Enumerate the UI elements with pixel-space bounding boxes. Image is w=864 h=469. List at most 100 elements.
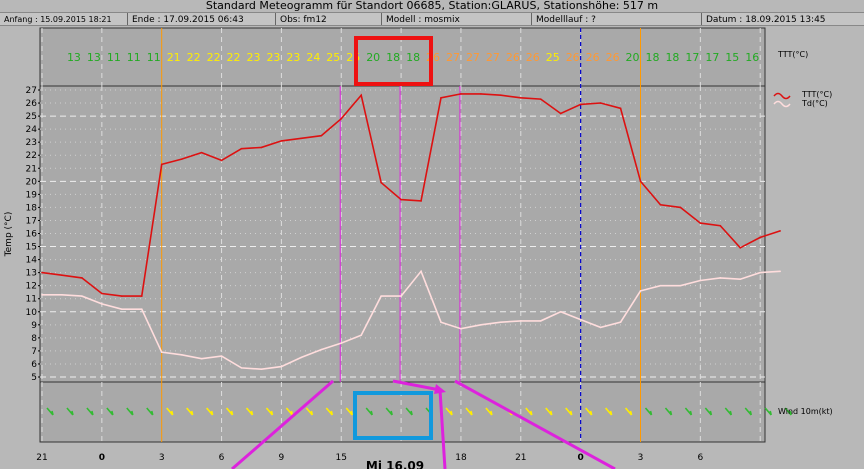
temp-row-value: 25	[346, 51, 360, 64]
x-tick-label: 0	[578, 453, 584, 463]
temp-row-value: 27	[446, 51, 460, 64]
td-point	[420, 270, 422, 273]
x-tick-label: 3	[638, 453, 644, 463]
temp-row-value: 18	[646, 51, 660, 64]
temp-row-value: 16	[745, 51, 759, 64]
y-tick-label: 19	[26, 190, 38, 200]
y-tick-label: 14	[26, 256, 38, 266]
ttt-point	[160, 163, 163, 166]
x-date-label: Mi 16.09	[366, 459, 424, 469]
ttt-point	[420, 200, 422, 202]
ttt-point	[559, 112, 562, 115]
temp-row-label: TTT(°C)	[777, 50, 808, 59]
ttt-point	[121, 295, 123, 297]
temp-row-value: 21	[167, 51, 181, 64]
y-tick-label: 17	[26, 216, 37, 226]
ttt-point	[639, 180, 642, 183]
ttt-point	[260, 146, 263, 149]
td-point	[340, 342, 343, 344]
td-point	[500, 321, 502, 324]
y-tick-label: 5	[31, 373, 37, 383]
ttt-point	[240, 147, 243, 150]
temp-row-value: 20	[626, 51, 640, 64]
ttt-point	[280, 140, 283, 142]
x-tick-label: 6	[697, 453, 703, 463]
temp-row-value: 23	[266, 51, 280, 64]
temp-row-value: 13	[67, 51, 81, 64]
x-tick-label: 0	[99, 453, 105, 463]
ttt-point	[599, 102, 602, 104]
td-point	[520, 320, 522, 322]
y-tick-label: 26	[26, 99, 38, 109]
y-tick-label: 7	[31, 347, 37, 357]
ttt-point	[500, 94, 502, 97]
ttt-point	[679, 206, 682, 209]
td-point	[320, 348, 323, 351]
y-tick-label: 13	[26, 269, 37, 279]
ttt-point	[539, 98, 542, 100]
meteogram-chart: 13 13 11 11 11 21 22 22 22 23 23 23 24 25 25 20 18 18 26 27…	[4, 27, 833, 469]
td-point	[260, 368, 263, 370]
td-point	[599, 326, 602, 329]
ttt-point	[41, 271, 43, 274]
y-tick-label: 25	[26, 112, 37, 122]
td-point	[779, 270, 781, 273]
ttt-point	[81, 277, 83, 279]
td-point	[579, 318, 582, 321]
ttt-point	[739, 247, 742, 249]
ttt-point	[320, 134, 323, 137]
ttt-point	[659, 204, 662, 206]
td-point	[180, 354, 183, 356]
temp-row-value: 18	[406, 51, 420, 64]
temp-row-value: 23	[286, 51, 300, 64]
y-tick-label: 9	[31, 321, 37, 331]
temperature-panel	[39, 85, 766, 383]
x-tick-label: 9	[279, 453, 285, 463]
temp-row-value: 22	[187, 51, 201, 64]
y-tick-label: 11	[26, 295, 37, 305]
td-point	[101, 303, 103, 305]
td-point	[619, 321, 622, 324]
ttt-point	[719, 224, 722, 227]
td-point	[440, 321, 442, 324]
td-point	[160, 351, 163, 354]
ttt-point	[520, 97, 522, 99]
wind-barb	[764, 407, 772, 416]
temp-row-value: 11	[147, 51, 161, 64]
ttt-point	[460, 93, 462, 95]
ttt-point	[360, 94, 363, 97]
y-tick-label: 8	[31, 334, 37, 344]
td-point	[739, 278, 742, 280]
temp-row-value: 22	[227, 51, 241, 64]
temp-row-value: 26	[426, 51, 440, 64]
td-point	[121, 308, 123, 310]
ttt-point	[61, 274, 63, 277]
td-point	[81, 295, 83, 297]
temp-row-value: 27	[466, 51, 480, 64]
y-tick-label: 23	[26, 138, 37, 148]
ttt-point	[480, 93, 482, 95]
y-tick-label: 24	[26, 125, 38, 135]
td-point	[539, 320, 542, 322]
x-tick-label: 21	[36, 453, 47, 463]
x-tick-label: 18	[455, 453, 467, 463]
temp-row-value: 27	[486, 51, 500, 64]
ttt-point	[300, 137, 303, 140]
temp-row-value: 17	[685, 51, 699, 64]
td-point	[140, 308, 143, 310]
temp-row-value: 25	[546, 51, 560, 64]
ttt-point	[180, 158, 183, 160]
td-point	[719, 277, 722, 279]
ttt-point	[200, 151, 203, 154]
td-point	[200, 357, 203, 360]
ttt-point	[340, 117, 343, 120]
td-point	[460, 327, 462, 330]
temp-row-value: 26	[566, 51, 580, 64]
ttt-point	[440, 97, 442, 99]
td-point	[659, 284, 662, 287]
td-point	[679, 284, 682, 287]
y-axis-label: Temp (°C)	[4, 212, 14, 258]
temp-row-value: 13	[87, 51, 101, 64]
y-tick-label: 15	[26, 243, 37, 253]
x-tick-label: 3	[159, 453, 165, 463]
